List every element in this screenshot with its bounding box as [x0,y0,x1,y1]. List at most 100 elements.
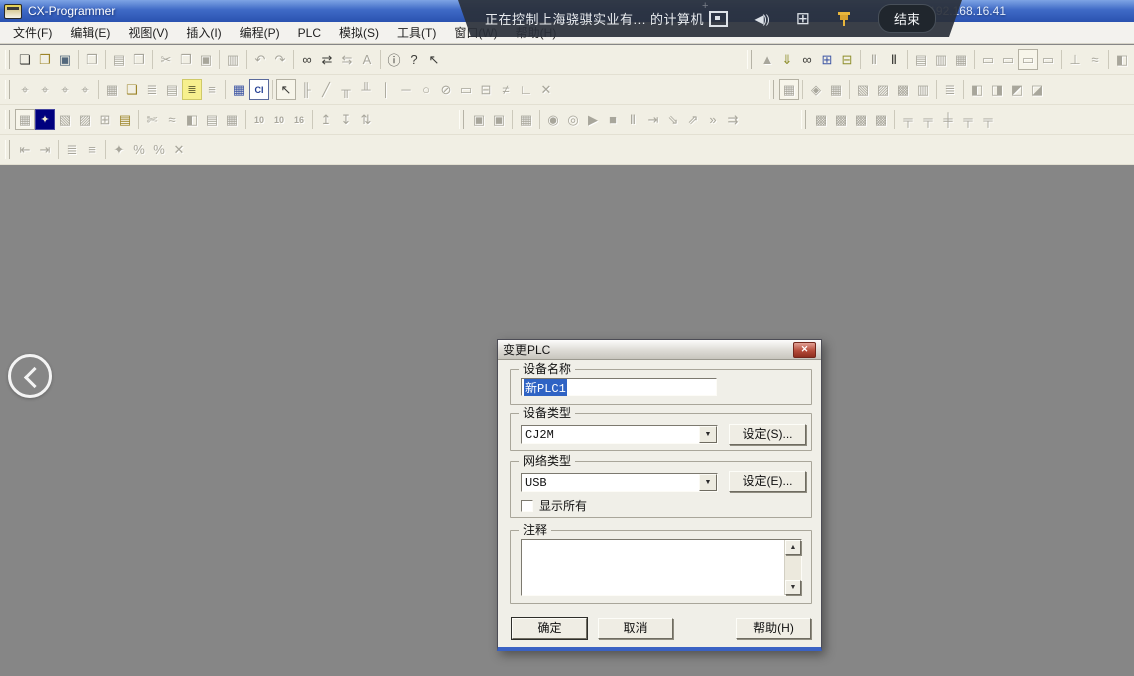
transfer-to-plc-button[interactable]: ⊞ [817,49,837,70]
io-comment-view-button[interactable]: ▤ [162,79,182,100]
transfer-verify-button[interactable]: ▩ [893,79,913,100]
speaker-icon[interactable]: ◀)) [755,12,769,26]
function-block-2-button[interactable]: ▩ [831,109,851,130]
redo-button[interactable]: ↷ [270,49,290,70]
symbol-table-button[interactable]: ≣ [182,79,202,100]
sim-pause-button[interactable]: Ⅱ [623,109,643,130]
ci-window-button[interactable]: CI [249,79,269,100]
comment-textarea[interactable]: ▲ ▼ [521,539,802,596]
scan-run-button[interactable]: ⇉ [723,109,743,130]
function-block-1-button[interactable]: ▩ [811,109,831,130]
zoom-out-button[interactable]: ⌖ [55,79,75,100]
io-connect-5-button[interactable]: ╤ [978,109,998,130]
replace-button[interactable]: ⇄ [317,49,337,70]
menu-plc[interactable]: PLC [289,23,330,43]
device-type-dropdown[interactable]: CJ2M ▼ [521,425,718,444]
show-all-checkbox[interactable] [521,500,533,512]
transfer-clear-button[interactable]: ▥ [913,79,933,100]
step-run-button[interactable]: ⇥ [643,109,663,130]
monitor-swap-button[interactable]: ⇅ [356,109,376,130]
cut-button[interactable]: ✂ [156,49,176,70]
show-decimal-button[interactable]: 10 [249,109,269,130]
sim-window-2-button[interactable]: ▣ [489,109,509,130]
jump-next-button[interactable]: ⇥ [35,139,55,160]
device-settings-button[interactable]: 设定(S)... [729,424,806,445]
program-upload-button[interactable]: ▥ [931,49,951,70]
io-connect-2-button[interactable]: ╤ [918,109,938,130]
sim-options-button[interactable]: ▦ [516,109,536,130]
find-button[interactable]: ∞ [297,49,317,70]
function-block-3-button[interactable]: ▩ [851,109,871,130]
breakpoint-clear-button[interactable]: ◎ [563,109,583,130]
panel-verify-button[interactable]: ◩ [1007,79,1027,100]
copy-button[interactable]: ❐ [176,49,196,70]
transfer-program-button[interactable]: ▨ [873,79,893,100]
comment-sheet-button[interactable]: ≡ [82,139,102,160]
pou-view-button[interactable]: ◧ [182,109,202,130]
pin-icon[interactable] [837,11,851,27]
print-button[interactable]: ▤ [109,49,129,70]
rung-comment-button[interactable]: ❑ [122,79,142,100]
program-mode-button[interactable]: ▭ [978,49,998,70]
windows-grid-icon[interactable]: ⊞ [796,10,810,27]
device-name-input[interactable]: 新PLC1 [521,378,717,396]
network-type-dropdown[interactable]: USB ▼ [521,473,718,492]
print-preview-button[interactable]: ❒ [129,49,149,70]
watch-window-button[interactable]: ✦ [35,109,55,130]
transfer-settings-button[interactable]: ▧ [853,79,873,100]
jump-previous-button[interactable]: ⇤ [15,139,35,160]
chevron-down-icon[interactable]: ▼ [699,474,717,491]
panel-settings-button[interactable]: ◧ [967,79,987,100]
time-chart-monitor-button[interactable]: ≈ [1085,49,1105,70]
section-cut-button[interactable]: ✄ [142,109,162,130]
goto-address-button[interactable]: ⇆ [337,49,357,70]
paste-button[interactable]: ▣ [196,49,216,70]
paste-special-button[interactable]: ▥ [223,49,243,70]
menu-simulation[interactable]: 模拟(S) [330,21,388,44]
comment-list-button[interactable]: ≣ [62,139,82,160]
show-signed-decimal-button[interactable]: 10 [269,109,289,130]
online-search-button[interactable]: ∞ [797,49,817,70]
toolbar-grip[interactable] [5,140,10,159]
new-closed-coil-button[interactable]: ⊘ [436,79,456,100]
plc-clock-button[interactable]: ▦ [779,79,799,100]
debug-mode-button[interactable]: ▭ [998,49,1018,70]
toolbar-grip[interactable] [801,110,806,129]
data-trace-button[interactable]: ◧ [1112,49,1132,70]
panel-program-button[interactable]: ◨ [987,79,1007,100]
address-reference-button[interactable]: ▨ [75,109,95,130]
io-multipoint-button[interactable]: ⊞ [95,109,115,130]
toolbar-grip[interactable] [769,80,774,99]
new-horizontal-line-button[interactable]: ─ [396,79,416,100]
help-button[interactable]: ? [404,49,424,70]
ok-button[interactable]: 确定 [512,618,587,639]
select-mode-button[interactable]: ↖ [276,79,296,100]
sim-stop-button[interactable]: ■ [603,109,623,130]
value-change-button[interactable]: % [149,139,169,160]
close-icon[interactable]: ✕ [793,342,816,358]
menu-insert[interactable]: 插入(I) [177,21,230,44]
invert-instruction-button[interactable]: ≠ [496,79,516,100]
back-circle-button[interactable] [8,354,52,398]
sim-window-1-button[interactable]: ▣ [469,109,489,130]
section-list-button[interactable]: ≡ [202,79,222,100]
monitor-down-button[interactable]: ↧ [336,109,356,130]
info-button[interactable]: ⓘ [384,49,404,70]
zoom-100-button[interactable]: ⌖ [75,79,95,100]
address-list-button[interactable]: ≣ [142,79,162,100]
new-vertical-line-button[interactable]: │ [376,79,396,100]
comment-scrollbar[interactable]: ▲ ▼ [784,540,801,595]
menu-edit[interactable]: 编辑(E) [61,21,119,44]
continuous-step-button[interactable]: » [703,109,723,130]
new-coil-button[interactable]: ○ [416,79,436,100]
section-trace-button[interactable]: ≈ [162,109,182,130]
rung-list-button[interactable]: ▤ [202,109,222,130]
monitor-up-button[interactable]: ↥ [316,109,336,130]
menu-view[interactable]: 视图(V) [119,21,177,44]
open-file-button[interactable]: ❐ [35,49,55,70]
edit-instruction-button[interactable]: ⊟ [476,79,496,100]
show-hex-button[interactable]: 16 [289,109,309,130]
new-closed-or-contact-button[interactable]: ╨ [356,79,376,100]
program-transfer-button[interactable]: ▤ [911,49,931,70]
delete-element-button[interactable]: ✕ [536,79,556,100]
